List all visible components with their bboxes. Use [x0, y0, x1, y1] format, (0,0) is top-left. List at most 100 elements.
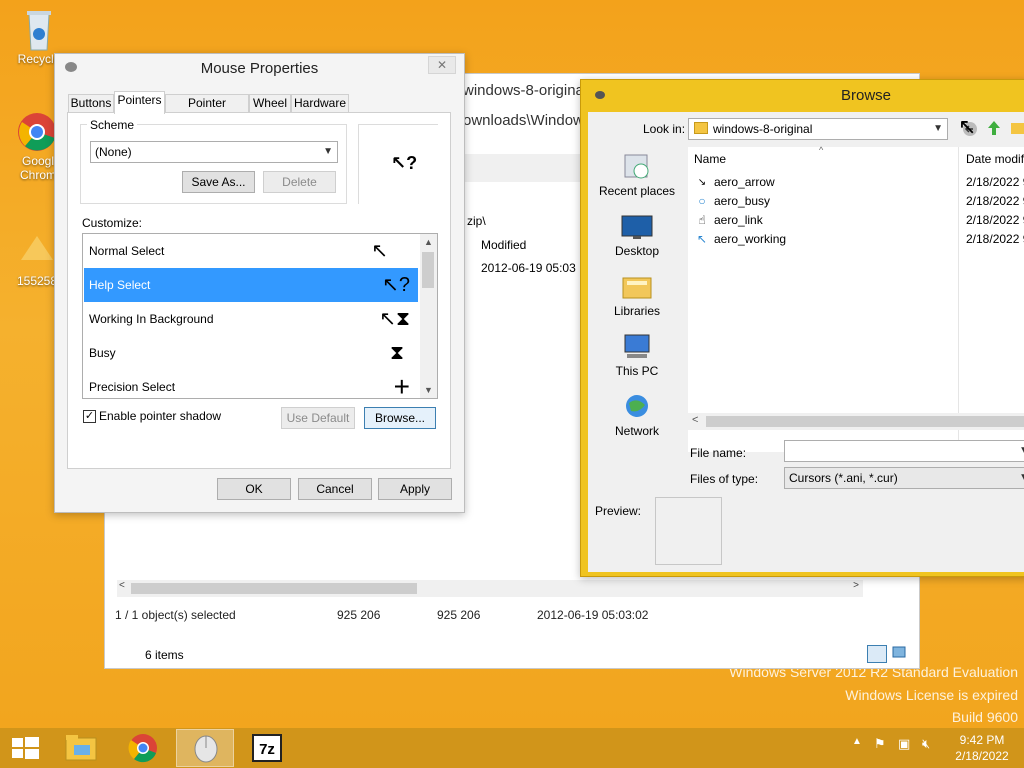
libraries-icon	[621, 273, 653, 301]
files-of-type-label: Files of type:	[690, 472, 759, 486]
tray-expand-icon[interactable]: ▲	[852, 736, 862, 747]
status-size-2: 925 206	[437, 608, 481, 622]
column-modified[interactable]: Modified	[481, 238, 526, 252]
column-date-modified[interactable]: Date modif	[966, 147, 1024, 171]
list-item[interactable]: ↘ aero_arrow 2/18/2022 9	[694, 173, 1024, 192]
tab-pointer-options[interactable]: Pointer Options	[165, 94, 249, 127]
recent-places-icon	[621, 153, 653, 181]
help-cursor-preview-icon: ↖?	[391, 153, 418, 173]
list-item[interactable]: ☝ aero_link 2/18/2022 9	[694, 211, 1024, 230]
watermark-line-2: Windows License is expired	[845, 687, 1018, 703]
list-item[interactable]: Precision Select +	[84, 370, 418, 398]
new-folder-icon[interactable]	[1010, 119, 1024, 137]
look-in-select[interactable]: windows-8-original ▼	[688, 118, 948, 140]
close-icon[interactable]: ✕	[428, 56, 456, 74]
list-item[interactable]: ↖ aero_working 2/18/2022 9	[694, 230, 1024, 249]
mouse-properties-dialog[interactable]: Mouse Properties ✕ Buttons Pointers Poin…	[54, 53, 465, 513]
cancel-button[interactable]: Cancel	[298, 478, 372, 500]
row-modified: 2012-06-19 05:03	[481, 261, 576, 275]
taskbar-mouse-properties[interactable]	[176, 729, 234, 767]
list-item[interactable]: Working In Background ↖⧗	[84, 302, 418, 336]
scheme-value: (None)	[95, 145, 132, 159]
place-this-pc[interactable]: This PC	[588, 333, 686, 378]
scroll-right-arrow-icon[interactable]: >	[853, 580, 859, 591]
tab-hardware[interactable]: Hardware	[291, 94, 349, 113]
scheme-group: Scheme (None) ▼ Save As... Delete	[80, 118, 347, 204]
computer-icon	[621, 333, 653, 361]
scheme-select[interactable]: (None) ▼	[90, 141, 338, 163]
files-of-type-value: Cursors (*.ani, *.cur)	[789, 471, 898, 485]
busy-cursor-file-icon: ○	[698, 194, 706, 208]
chevron-down-icon[interactable]: ▼	[420, 382, 437, 398]
file-name-input[interactable]: ▼	[784, 440, 1024, 462]
pointer-list[interactable]: Normal Select ↖ Help Select ↖? Working I…	[82, 233, 438, 399]
file-list-hscrollbar[interactable]: <	[688, 413, 1024, 430]
chevron-up-icon[interactable]: ▲	[420, 234, 437, 250]
up-folder-icon[interactable]	[985, 119, 1005, 139]
recycle-bin-icon	[19, 6, 59, 51]
link-cursor-file-icon: ☝	[698, 213, 706, 227]
column-name[interactable]: Name	[694, 147, 958, 171]
use-default-button[interactable]: Use Default	[281, 407, 355, 429]
file-name-label: File name:	[690, 446, 747, 460]
save-as-button[interactable]: Save As...	[182, 171, 255, 193]
browse-dialog[interactable]: Browse Look in: windows-8-original ▼ Rec…	[580, 79, 1024, 577]
place-desktop[interactable]: Desktop	[588, 213, 686, 258]
pointer-name: Normal Select	[89, 244, 165, 258]
file-date: 2/18/2022 9	[966, 194, 1024, 208]
scroll-left-arrow-icon[interactable]: <	[119, 580, 125, 591]
pointer-name: Working In Background	[89, 312, 214, 326]
taskbar-7zip[interactable]: 7z	[238, 729, 296, 767]
desktop-place-icon	[621, 213, 653, 241]
tab-buttons[interactable]: Buttons	[68, 94, 114, 113]
explorer-hscrollbar[interactable]: < >	[117, 580, 863, 597]
details-view-icon[interactable]	[867, 645, 887, 663]
scroll-thumb[interactable]	[422, 252, 434, 288]
apply-button[interactable]: Apply	[378, 478, 452, 500]
arrow-cursor-icon: ↖	[371, 240, 388, 262]
scroll-left-arrow-icon[interactable]: <	[692, 414, 698, 426]
volume-muted-icon[interactable]: 🔇︎	[922, 736, 930, 752]
list-item-selected[interactable]: Help Select ↖?	[84, 268, 418, 302]
large-icons-view-icon[interactable]	[891, 645, 911, 663]
scroll-thumb[interactable]	[706, 416, 1024, 427]
file-name: aero_arrow	[714, 175, 775, 189]
place-label: Libraries	[613, 304, 661, 318]
files-of-type-select[interactable]: Cursors (*.ani, *.cur) ▼	[784, 467, 1024, 489]
taskbar-file-explorer[interactable]	[52, 729, 110, 767]
taskbar-chrome[interactable]	[114, 729, 172, 767]
place-libraries[interactable]: Libraries	[588, 273, 686, 318]
clock[interactable]: 9:42 PM 2/18/2022	[944, 733, 1020, 763]
mouse-pointer-icon: ↖	[958, 114, 977, 139]
file-list[interactable]: Name ^ Date modif ↘ aero_arrow 2/18/2022…	[688, 145, 1024, 452]
arrow-cursor-file-icon: ↘	[697, 177, 707, 188]
file-icon	[17, 232, 57, 272]
browse-button[interactable]: Browse...	[364, 407, 436, 429]
start-button[interactable]	[0, 729, 50, 767]
pointers-panel: Scheme (None) ▼ Save As... Delete ↖? Cus…	[67, 112, 451, 469]
clock-date: 2/18/2022	[955, 749, 1009, 763]
desktop-icon-label: Googl Chrom	[19, 154, 56, 182]
list-item[interactable]: ○ aero_busy 2/18/2022 9	[694, 192, 1024, 211]
list-item[interactable]: Normal Select ↖	[84, 234, 418, 268]
customize-label: Customize:	[82, 216, 143, 230]
mouse-dialog-titlebar[interactable]: Mouse Properties ✕	[55, 54, 464, 82]
place-network[interactable]: Network	[588, 393, 686, 438]
tab-pointers[interactable]: Pointers	[114, 91, 165, 114]
pointer-shadow-label[interactable]: Enable pointer shadow	[99, 409, 221, 423]
scroll-thumb[interactable]	[131, 583, 417, 594]
explorer-address[interactable]: ownloads\Window	[463, 112, 584, 129]
place-recent[interactable]: Recent places	[588, 153, 686, 198]
preview-box	[655, 497, 722, 565]
delete-button[interactable]: Delete	[263, 171, 336, 193]
scheme-label: Scheme	[87, 118, 138, 132]
list-item[interactable]: Busy ⧗	[84, 336, 418, 370]
ok-button[interactable]: OK	[217, 478, 291, 500]
pointer-list-scrollbar[interactable]: ▲ ▼	[420, 234, 437, 398]
flag-icon[interactable]: ⚑	[874, 736, 886, 752]
network-tray-icon[interactable]: ▣	[898, 736, 910, 752]
status-size-1: 925 206	[337, 608, 381, 622]
pointer-shadow-checkbox[interactable]: ✓	[83, 410, 96, 423]
working-cursor-file-icon: ↖	[696, 232, 708, 246]
tab-wheel[interactable]: Wheel	[249, 94, 291, 113]
